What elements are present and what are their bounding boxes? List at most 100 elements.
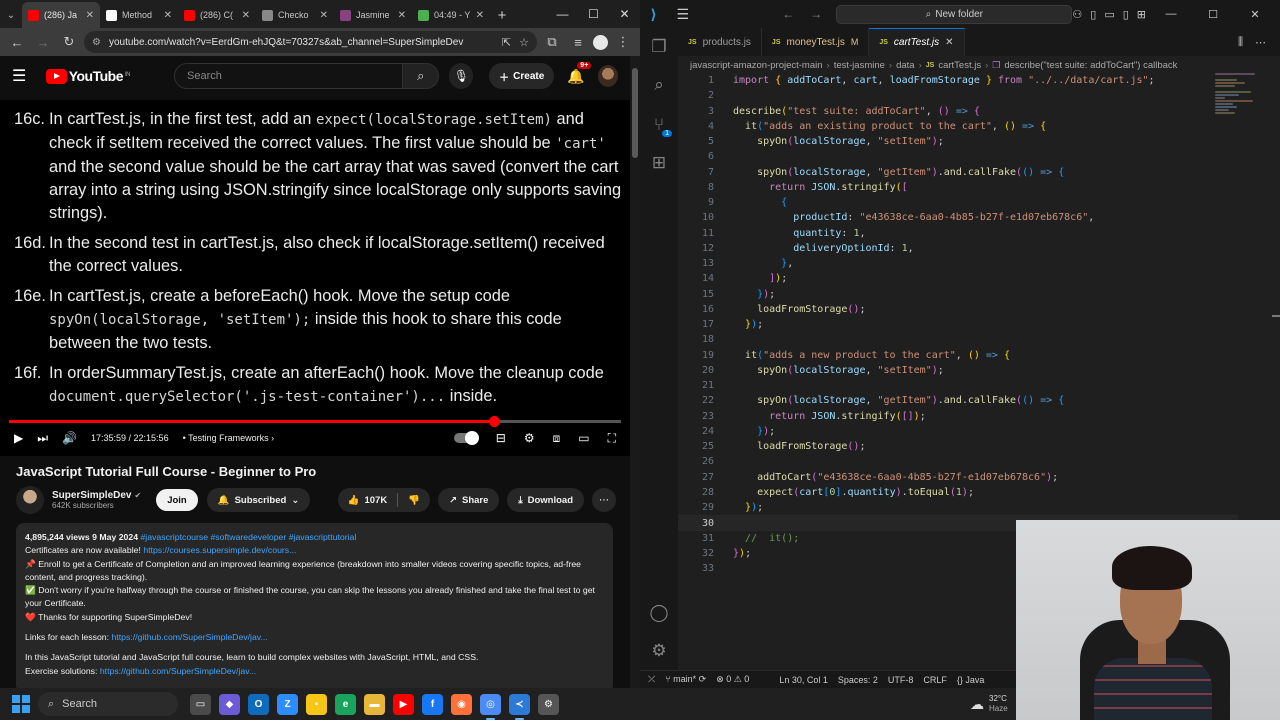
code-line[interactable]: 15 }); bbox=[678, 287, 1238, 302]
more-actions-icon[interactable]: ⋯ bbox=[1255, 36, 1266, 49]
forward-icon[interactable]: → bbox=[32, 31, 54, 53]
windows-start-icon[interactable] bbox=[12, 695, 30, 713]
maximize-icon[interactable]: ☐ bbox=[578, 0, 609, 28]
breadcrumb-item[interactable]: describe("test suite: addToCart") callba… bbox=[1004, 60, 1177, 71]
back-icon[interactable]: ← bbox=[6, 31, 28, 53]
autoplay-toggle[interactable] bbox=[453, 431, 479, 445]
microphone-icon[interactable]: 🎙 bbox=[449, 63, 474, 89]
code-line[interactable]: 2 bbox=[678, 88, 1238, 103]
edge-icon[interactable]: e bbox=[335, 693, 356, 715]
breadcrumb-item[interactable]: cartTest.js bbox=[938, 60, 981, 71]
code-line[interactable]: 22 spyOn(localStorage, "getItem").and.ca… bbox=[678, 393, 1238, 408]
code-line[interactable]: 29 }); bbox=[678, 500, 1238, 515]
code-line[interactable]: 3 describe("test suite: addToCart", () =>… bbox=[678, 104, 1238, 119]
install-app-icon[interactable]: ⇱ bbox=[502, 36, 511, 49]
breadcrumb-item[interactable]: javascript-amazon-project-main bbox=[690, 60, 823, 71]
channel-avatar[interactable] bbox=[16, 486, 44, 514]
code-line[interactable]: 14 ]); bbox=[678, 271, 1238, 286]
video-progress-bar[interactable] bbox=[9, 416, 621, 427]
tab-close-icon[interactable]: ✕ bbox=[86, 10, 94, 21]
file-explorer-icon[interactable]: ▬ bbox=[364, 693, 385, 715]
zoom-icon[interactable]: Z bbox=[277, 693, 298, 715]
new-tab-button[interactable]: + bbox=[490, 2, 514, 28]
code-editor[interactable]: 1 import { addToCart, cart, loadFromStora… bbox=[678, 73, 1238, 576]
code-line[interactable]: 5 spyOn(localStorage, "setItem"); bbox=[678, 134, 1238, 149]
miniplayer-icon[interactable]: ⧈ bbox=[553, 431, 561, 446]
settings-gear-icon[interactable]: ⚙ bbox=[524, 431, 535, 445]
sticky-notes-icon[interactable]: ▪ bbox=[306, 693, 327, 715]
browser-tab[interactable]: 04:49 - Y ✕ bbox=[412, 2, 490, 28]
code-line[interactable]: 23 return JSON.stringify([]); bbox=[678, 409, 1238, 424]
breadcrumb-item[interactable]: test-jasmine bbox=[834, 60, 885, 71]
extensions-icon[interactable]: ⊞ bbox=[640, 144, 678, 182]
explorer-icon[interactable]: ❐ bbox=[640, 28, 678, 66]
toggle-panel-icon[interactable]: ▭ bbox=[1104, 8, 1114, 21]
media-controls-icon[interactable]: ≡ bbox=[567, 31, 589, 53]
browser-tab[interactable]: Method ✕ bbox=[100, 2, 178, 28]
customize-layout-icon[interactable]: ⊞ bbox=[1137, 8, 1146, 21]
tab-search-icon[interactable]: ⌄ bbox=[0, 2, 22, 28]
chrome-menu-icon[interactable]: ⋮ bbox=[612, 31, 634, 53]
bookmark-star-icon[interactable]: ☆ bbox=[519, 36, 529, 49]
browser-tab[interactable]: Jasmine ✕ bbox=[334, 2, 412, 28]
vscode-icon[interactable]: ≺ bbox=[509, 693, 530, 720]
browser-tab[interactable]: Checko ✕ bbox=[256, 2, 334, 28]
menu-icon[interactable]: ☰ bbox=[667, 6, 698, 23]
code-line[interactable]: 9 { bbox=[678, 195, 1238, 210]
editor-tab[interactable]: JS moneyTest.js M bbox=[762, 28, 870, 56]
code-line[interactable]: 19 it("adds a new product to the cart", … bbox=[678, 348, 1238, 363]
code-line[interactable]: 11 quantity: 1, bbox=[678, 226, 1238, 241]
source-control-icon[interactable]: ⑂ 1 bbox=[640, 106, 678, 144]
nav-back-icon[interactable]: ← bbox=[782, 7, 794, 21]
omnibox[interactable]: ⚙ youtube.com/watch?v=EerdGm-ehJQ&t=7032… bbox=[84, 31, 537, 53]
encoding[interactable]: UTF-8 bbox=[888, 675, 914, 685]
code-line[interactable]: 17 }); bbox=[678, 317, 1238, 332]
code-line[interactable]: 4 it("adds an existing product to the ca… bbox=[678, 119, 1238, 134]
play-icon[interactable]: ▶ bbox=[14, 431, 23, 445]
guide-menu-icon[interactable]: ☰ bbox=[12, 66, 36, 86]
description-link[interactable]: https://courses.supersimple.dev/cours... bbox=[143, 545, 296, 555]
dislike-button[interactable]: 👎 bbox=[398, 495, 430, 506]
search-icon[interactable]: ⌕ bbox=[402, 63, 440, 89]
copilot-icon[interactable]: ◆ bbox=[219, 693, 240, 715]
profile-avatar[interactable] bbox=[593, 34, 608, 50]
editor-tab[interactable]: JS products.js bbox=[678, 28, 762, 56]
reload-icon[interactable]: ↻ bbox=[58, 31, 80, 53]
code-line[interactable]: 24 }); bbox=[678, 424, 1238, 439]
download-button[interactable]: ⤓ Download bbox=[507, 488, 584, 512]
indentation[interactable]: Spaces: 2 bbox=[838, 675, 878, 685]
volume-icon[interactable]: 🔊 bbox=[62, 431, 77, 445]
captions-icon[interactable]: ⊟ bbox=[496, 431, 506, 445]
search-input[interactable]: Search bbox=[174, 63, 403, 89]
command-center-search[interactable]: ⌕ New folder bbox=[836, 4, 1073, 24]
toggle-secondary-sidebar-icon[interactable]: ▯ bbox=[1123, 8, 1129, 21]
tab-close-icon[interactable]: ✕ bbox=[242, 10, 250, 21]
code-line[interactable]: 16 loadFromStorage(); bbox=[678, 302, 1238, 317]
minimize-icon[interactable]: — bbox=[1154, 8, 1188, 20]
firefox-icon[interactable]: ◉ bbox=[451, 693, 472, 715]
copilot-icon[interactable]: ⚇ bbox=[1072, 8, 1082, 21]
fullscreen-icon[interactable]: ⛶ bbox=[608, 431, 616, 446]
site-info-icon[interactable]: ⚙ bbox=[92, 37, 101, 48]
youtube-app-icon[interactable]: ▶ bbox=[393, 693, 414, 715]
remote-icon[interactable]: ⤫ bbox=[648, 674, 655, 685]
theater-mode-icon[interactable]: ▭ bbox=[578, 431, 589, 445]
more-actions-icon[interactable]: ⋯ bbox=[592, 488, 616, 512]
code-line[interactable]: 18 bbox=[678, 332, 1238, 347]
subscribed-button[interactable]: 🔔 Subscribed ⌄ bbox=[206, 488, 311, 512]
description-link[interactable]: https://github.com/SuperSimpleDev/jav... bbox=[111, 632, 267, 642]
settings-icon[interactable]: ⚙ bbox=[538, 693, 559, 715]
line-ending[interactable]: CRLF bbox=[923, 675, 947, 685]
code-line[interactable]: 7 spyOn(localStorage, "getItem").and.cal… bbox=[678, 165, 1238, 180]
maximize-icon[interactable]: ☐ bbox=[1196, 8, 1230, 21]
code-line[interactable]: 26 bbox=[678, 454, 1238, 469]
join-button[interactable]: Join bbox=[155, 488, 199, 512]
code-line[interactable]: 28 expect(cart[0].quantity).toEqual(1); bbox=[678, 485, 1238, 500]
code-line[interactable]: 20 spyOn(localStorage, "setItem"); bbox=[678, 363, 1238, 378]
youtube-logo[interactable]: YouTube IN bbox=[45, 68, 131, 84]
code-line[interactable]: 1 import { addToCart, cart, loadFromStora… bbox=[678, 73, 1238, 88]
user-avatar[interactable] bbox=[597, 65, 619, 87]
breadcrumb-item[interactable]: data bbox=[896, 60, 915, 71]
url-text[interactable]: youtube.com/watch?v=EerdGm-ehJQ&t=70327s… bbox=[109, 37, 494, 48]
extensions-icon[interactable]: ⧉ bbox=[541, 31, 563, 53]
